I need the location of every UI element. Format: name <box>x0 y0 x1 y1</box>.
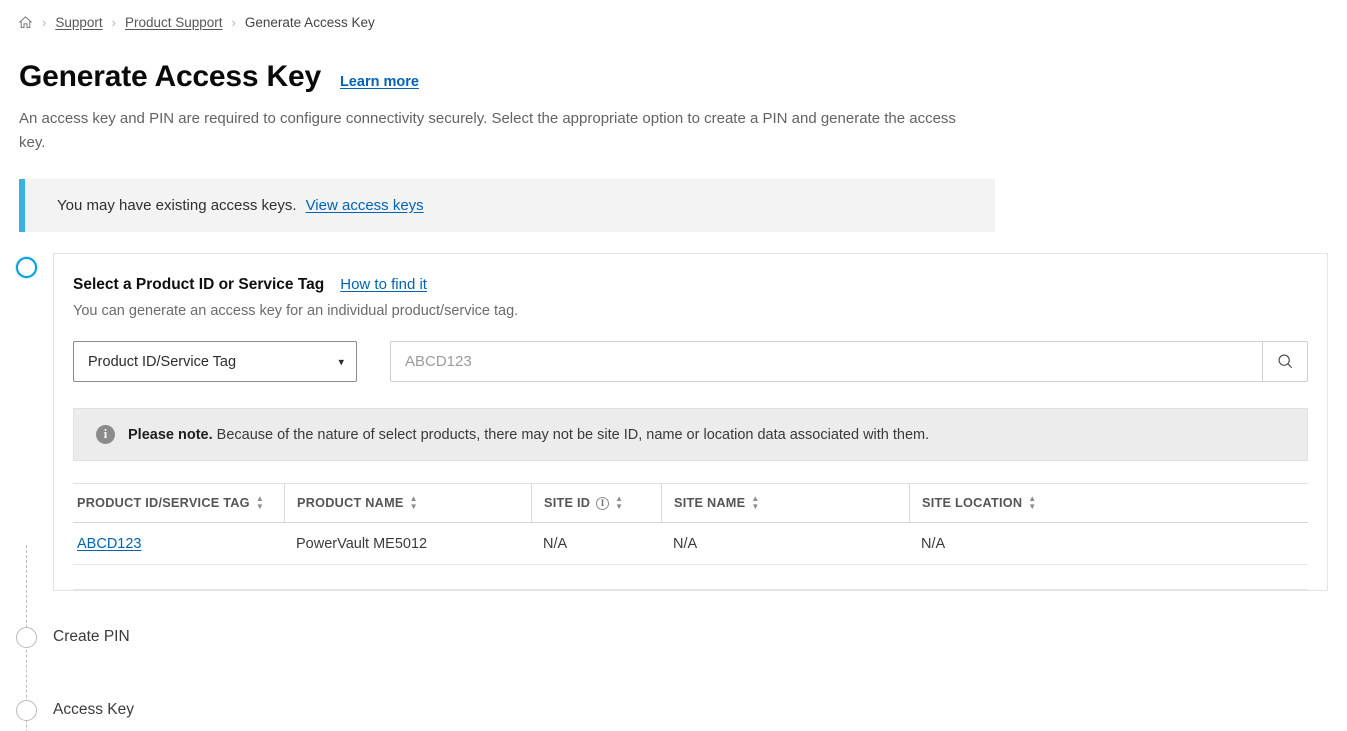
column-header-product-id[interactable]: Product ID/Service Tag ▲▼ <box>73 484 284 522</box>
page-description: An access key and PIN are required to co… <box>19 107 964 155</box>
breadcrumb-separator-1: › <box>42 16 46 29</box>
step-2-circle-icon <box>16 627 37 648</box>
breadcrumb-separator-2: › <box>112 16 116 29</box>
search-button[interactable] <box>1262 341 1308 382</box>
step-3-label: Access Key <box>53 701 134 719</box>
step-1-bullet[interactable] <box>0 253 53 278</box>
product-results-table: Product ID/Service Tag ▲▼ Product Name ▲… <box>73 483 1308 590</box>
step-select-product: Select a Product ID or Service Tag How t… <box>0 253 1347 591</box>
sort-arrows-icon: ▲▼ <box>751 496 759 510</box>
search-input[interactable] <box>390 341 1262 382</box>
sort-arrows-icon: ▲▼ <box>410 496 418 510</box>
note-text: Because of the nature of select products… <box>217 427 930 443</box>
home-icon[interactable] <box>18 15 33 30</box>
please-note-box: i Please note. Because of the nature of … <box>73 408 1308 461</box>
column-header-site-location[interactable]: Site Location ▲▼ <box>909 484 1308 522</box>
cell-site-location: N/A <box>909 536 1308 552</box>
column-label: Product ID/Service Tag <box>77 496 250 510</box>
select-product-card: Select a Product ID or Service Tag How t… <box>53 253 1328 591</box>
step-1-circle-icon <box>16 257 37 278</box>
product-id-link[interactable]: ABCD123 <box>77 536 141 552</box>
column-label: Product Name <box>297 496 404 510</box>
table-row: ABCD123 PowerVault ME5012 N/A N/A N/A <box>73 523 1308 565</box>
step-3-bullet[interactable] <box>0 700 53 721</box>
site-id-info-icon[interactable]: i <box>596 497 609 510</box>
breadcrumb-separator-3: › <box>232 16 236 29</box>
step-2-bullet[interactable] <box>0 627 53 648</box>
table-header-row: Product ID/Service Tag ▲▼ Product Name ▲… <box>73 484 1308 523</box>
card-header: Select a Product ID or Service Tag How t… <box>73 276 1308 294</box>
column-header-site-id[interactable]: Site ID i ▲▼ <box>531 484 661 522</box>
banner-text: You may have existing access keys. <box>57 197 297 214</box>
existing-keys-banner: You may have existing access keys. View … <box>19 179 995 232</box>
step-access-key[interactable]: Access Key <box>0 683 1347 731</box>
sort-arrows-icon: ▲▼ <box>1028 496 1036 510</box>
card-title: Select a Product ID or Service Tag <box>73 276 324 294</box>
column-header-site-name[interactable]: Site Name ▲▼ <box>661 484 909 522</box>
sort-arrows-icon: ▲▼ <box>615 496 623 510</box>
table-footer-row <box>73 565 1308 590</box>
product-type-select[interactable]: Product ID/Service Tag <box>73 341 357 382</box>
breadcrumb-item-current: Generate Access Key <box>245 15 375 30</box>
cell-product-id: ABCD123 <box>73 536 284 552</box>
card-subtitle: You can generate an access key for an in… <box>73 303 1308 319</box>
cell-site-name: N/A <box>661 536 909 552</box>
how-to-find-it-link[interactable]: How to find it <box>340 276 427 293</box>
search-group <box>390 341 1308 382</box>
page-header: Generate Access Key Learn more <box>0 34 1347 92</box>
info-circle-icon: i <box>96 425 115 444</box>
note-strong-label: Please note. <box>128 427 213 443</box>
sort-arrows-icon: ▲▼ <box>256 496 264 510</box>
cell-product-name: PowerVault ME5012 <box>284 536 531 552</box>
column-label: Site ID <box>544 496 590 510</box>
search-controls: Product ID/Service Tag ▾ <box>73 341 1308 382</box>
step-3-circle-icon <box>16 700 37 721</box>
cell-site-id: N/A <box>531 536 661 552</box>
step-create-pin[interactable]: Create PIN <box>0 610 1347 664</box>
note-content: Please note. Because of the nature of se… <box>128 427 929 443</box>
column-label: Site Name <box>674 496 745 510</box>
breadcrumb-item-support[interactable]: Support <box>55 15 102 30</box>
page-title: Generate Access Key <box>19 62 321 92</box>
view-access-keys-link[interactable]: View access keys <box>306 197 424 214</box>
step-2-label: Create PIN <box>53 628 130 646</box>
breadcrumb: › Support › Product Support › Generate A… <box>0 0 1347 34</box>
column-label: Site Location <box>922 496 1022 510</box>
product-type-select-wrapper: Product ID/Service Tag ▾ <box>73 341 357 382</box>
breadcrumb-item-product-support[interactable]: Product Support <box>125 15 223 30</box>
search-icon <box>1277 353 1294 370</box>
column-header-product-name[interactable]: Product Name ▲▼ <box>284 484 531 522</box>
stepper: Select a Product ID or Service Tag How t… <box>0 253 1347 731</box>
learn-more-link[interactable]: Learn more <box>340 74 419 90</box>
